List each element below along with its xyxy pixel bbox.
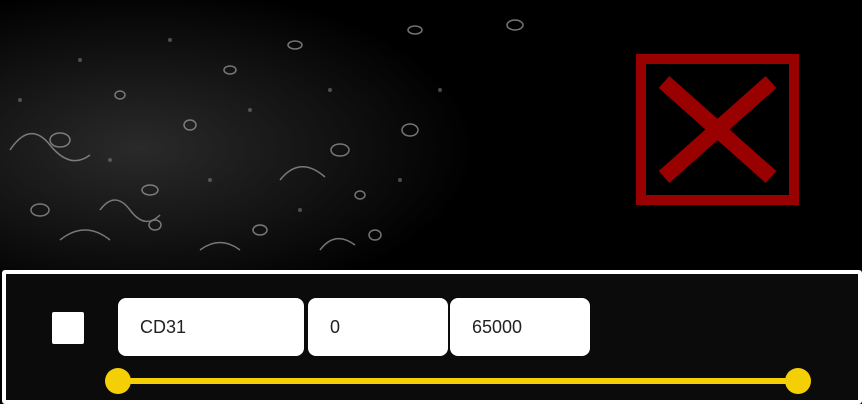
channel-visibility-checkbox[interactable] (52, 312, 84, 344)
channel-name-field[interactable]: CD31 (118, 298, 304, 356)
channel-name-value: CD31 (140, 316, 187, 337)
channel-max-value: 65000 (472, 316, 523, 337)
channel-min-value: 0 (330, 316, 341, 337)
image-viewer (0, 0, 862, 270)
range-slider-min-handle[interactable] (105, 368, 131, 394)
channel-max-field[interactable]: 65000 (450, 298, 590, 356)
close-icon[interactable] (636, 54, 799, 205)
channel-min-field[interactable]: 0 (308, 298, 448, 356)
range-slider-track[interactable] (118, 378, 798, 384)
range-slider-max-handle[interactable] (785, 368, 811, 394)
channel-control-panel: CD31 0 65000 (2, 270, 862, 404)
